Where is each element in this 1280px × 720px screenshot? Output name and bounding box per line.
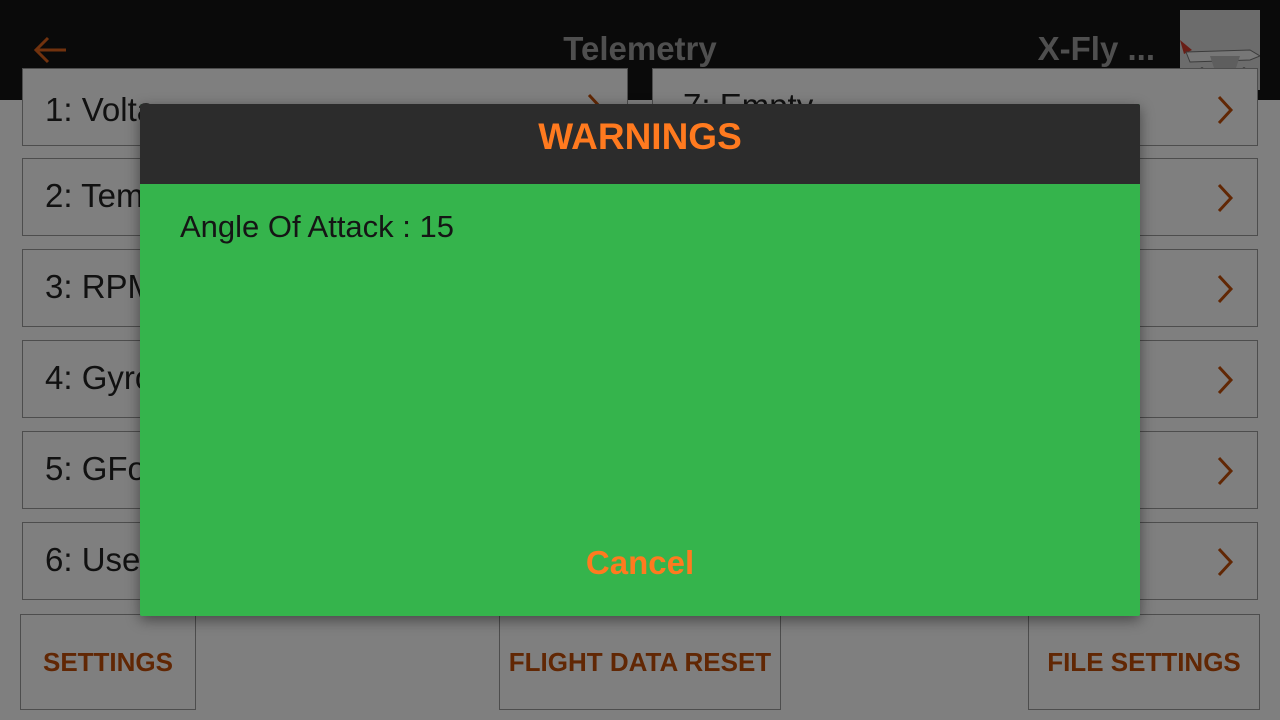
dialog-title: WARNINGS: [538, 116, 742, 157]
cancel-button[interactable]: Cancel: [540, 544, 740, 594]
warnings-dialog: WARNINGS Angle Of Attack : 15 Cancel: [140, 104, 1140, 616]
warning-message: Angle Of Attack : 15: [180, 209, 454, 244]
dialog-header: WARNINGS: [140, 104, 1140, 184]
